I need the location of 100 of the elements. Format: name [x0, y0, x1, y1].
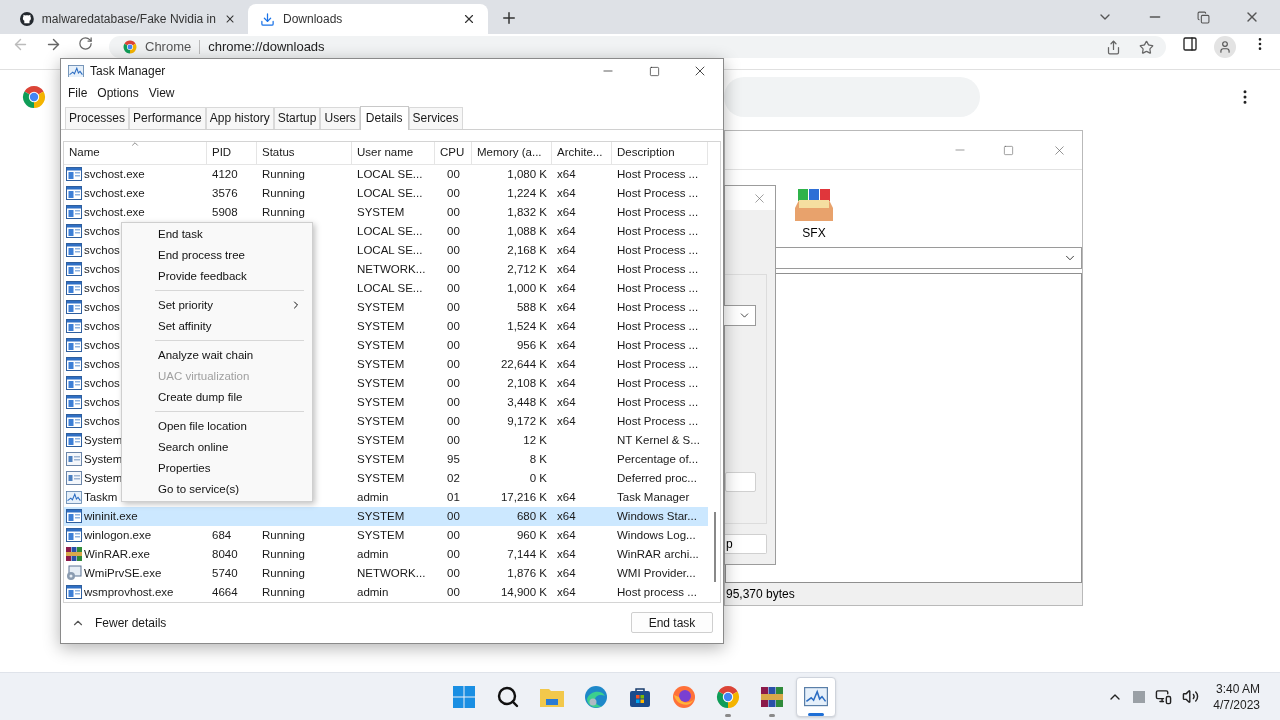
profile-avatar[interactable]	[1214, 36, 1236, 58]
column-header[interactable]: Name	[64, 141, 207, 164]
side-panel-icon[interactable]	[1182, 36, 1198, 52]
scrollbar-thumb[interactable]	[714, 511, 716, 582]
menu-item[interactable]: Provide feedback	[122, 265, 312, 287]
column-header[interactable]: Memory (a...	[472, 141, 552, 164]
table-cell-text: svchos	[84, 223, 120, 239]
menu-item[interactable]: View	[143, 84, 180, 103]
menu-item[interactable]: End process tree	[122, 244, 312, 266]
table-cell-text: 1,000 K	[507, 280, 547, 296]
windows-logo-icon	[452, 685, 476, 709]
table-cell-text: 5740	[212, 565, 238, 581]
tab[interactable]: Processes	[65, 106, 130, 129]
tab[interactable]: Users	[320, 106, 360, 129]
table-cell-text: WmiPrvSE.exe	[84, 565, 162, 581]
forward-icon[interactable]	[45, 36, 62, 53]
table-cell-text: SYSTEM	[357, 356, 405, 372]
network-icon[interactable]	[1155, 688, 1173, 705]
menu-item[interactable]: Set affinity	[122, 315, 312, 337]
table-cell-text: SYSTEM	[357, 318, 405, 334]
table-cell-text: LOCAL SE...	[357, 185, 423, 201]
fewer-details-button[interactable]: Fewer details	[71, 613, 167, 632]
volume-icon[interactable]	[1182, 688, 1200, 705]
column-header[interactable]: PID	[207, 141, 257, 164]
table-cell-text: Host Process ...	[617, 299, 699, 315]
table-cell-text: 00	[447, 166, 460, 182]
table-cell-text: SYSTEM	[357, 508, 405, 524]
table-cell-text: 588 K	[516, 299, 547, 315]
tab-title: Downloads	[283, 11, 343, 28]
clock[interactable]: 3:40 AM 4/7/2023	[1213, 680, 1260, 713]
table-cell-text: LOCAL SE...	[357, 242, 423, 258]
table-cell-text: 1,088 K	[507, 223, 547, 239]
window-icon	[66, 528, 82, 543]
table-cell-text: 1,876 K	[507, 565, 547, 581]
table-cell-text: 00	[447, 299, 460, 315]
table-cell-text: svchost.exe	[84, 204, 145, 220]
table-cell-text: 00	[447, 204, 460, 220]
table-cell-text: svchost.exe	[84, 185, 145, 201]
table-cell-text: x64	[557, 356, 576, 372]
table-cell-text: 00	[447, 394, 460, 410]
column-header[interactable]: Archite...	[552, 141, 612, 164]
restore-icon[interactable]	[1197, 10, 1210, 24]
archive-books-icon	[66, 546, 82, 563]
archive-books-icon	[760, 685, 784, 709]
column-header[interactable]: CPU	[435, 141, 472, 164]
table-cell-text: 00	[447, 261, 460, 277]
browser-tab[interactable]: Downloads	[248, 4, 488, 34]
window-icon	[66, 414, 82, 429]
dialog-button[interactable]: p	[725, 534, 767, 554]
table-cell-text: Running	[262, 185, 305, 201]
tab[interactable]: Performance	[129, 106, 206, 129]
menu-item[interactable]: Go to service(s)	[122, 478, 312, 500]
menu-item[interactable]: Set priority	[122, 294, 312, 316]
table-cell-text: 956 K	[516, 337, 547, 353]
table-cell-text: LOCAL SE...	[357, 223, 423, 239]
dropdown[interactable]	[723, 305, 756, 326]
tab[interactable]: Services	[408, 106, 463, 129]
table-cell-text: svchos	[84, 280, 120, 296]
column-header[interactable]: Status	[257, 141, 352, 164]
search-field[interactable]	[724, 77, 980, 117]
table-cell-text: 00	[447, 337, 460, 353]
tab[interactable]: Startup	[273, 106, 321, 129]
input-field[interactable]	[725, 472, 756, 492]
table-cell-text: x64	[557, 394, 576, 410]
table-cell-text: LOCAL SE...	[357, 280, 423, 296]
table-cell-text: 00	[447, 223, 460, 239]
menu-item[interactable]: Options	[92, 84, 144, 103]
table-cell-text: x64	[557, 527, 576, 543]
table-cell-text: 1,832 K	[507, 204, 547, 220]
chrome-icon	[716, 685, 740, 709]
table-cell-text: Windows Star...	[617, 508, 697, 524]
menu-item[interactable]: File	[63, 84, 93, 103]
table-cell-text: SYSTEM	[357, 337, 405, 353]
share-icon[interactable]	[1106, 39, 1121, 55]
new-tab-icon[interactable]	[500, 9, 518, 27]
table-cell-text: Percentage of...	[617, 451, 699, 467]
menu-item[interactable]: Analyze wait chain	[122, 344, 312, 366]
column-header[interactable]: Description	[612, 141, 708, 164]
tab[interactable]: App history	[205, 106, 274, 129]
window-icon	[66, 186, 82, 201]
column-header[interactable]: User name	[352, 141, 435, 164]
close-tab-icon[interactable]	[462, 12, 476, 26]
table-cell-text: Host Process ...	[617, 223, 699, 239]
maximize-icon	[648, 65, 660, 77]
table-cell-text: 4120	[212, 166, 238, 182]
menu-item[interactable]: Properties	[122, 457, 312, 479]
menu-item[interactable]: Create dump file	[122, 386, 312, 408]
menu-item[interactable]: Open file location	[122, 415, 312, 437]
toolbar-button[interactable]: SFX	[791, 188, 837, 247]
table-cell-text: winlogon.exe	[84, 527, 152, 543]
download-icon	[260, 11, 275, 27]
end-task-button[interactable]: End task	[631, 612, 713, 634]
menu-item[interactable]: End task	[122, 223, 312, 245]
tab[interactable]: Details	[359, 105, 409, 130]
reload-icon[interactable]	[78, 36, 93, 51]
address-bar[interactable]: Chrome chrome://downloads	[109, 36, 1166, 58]
window-icon	[66, 471, 82, 486]
table-cell-text: Windows Log...	[617, 527, 696, 543]
menu-item[interactable]: Search online	[122, 436, 312, 458]
bookmark-star-icon[interactable]	[1139, 39, 1154, 55]
